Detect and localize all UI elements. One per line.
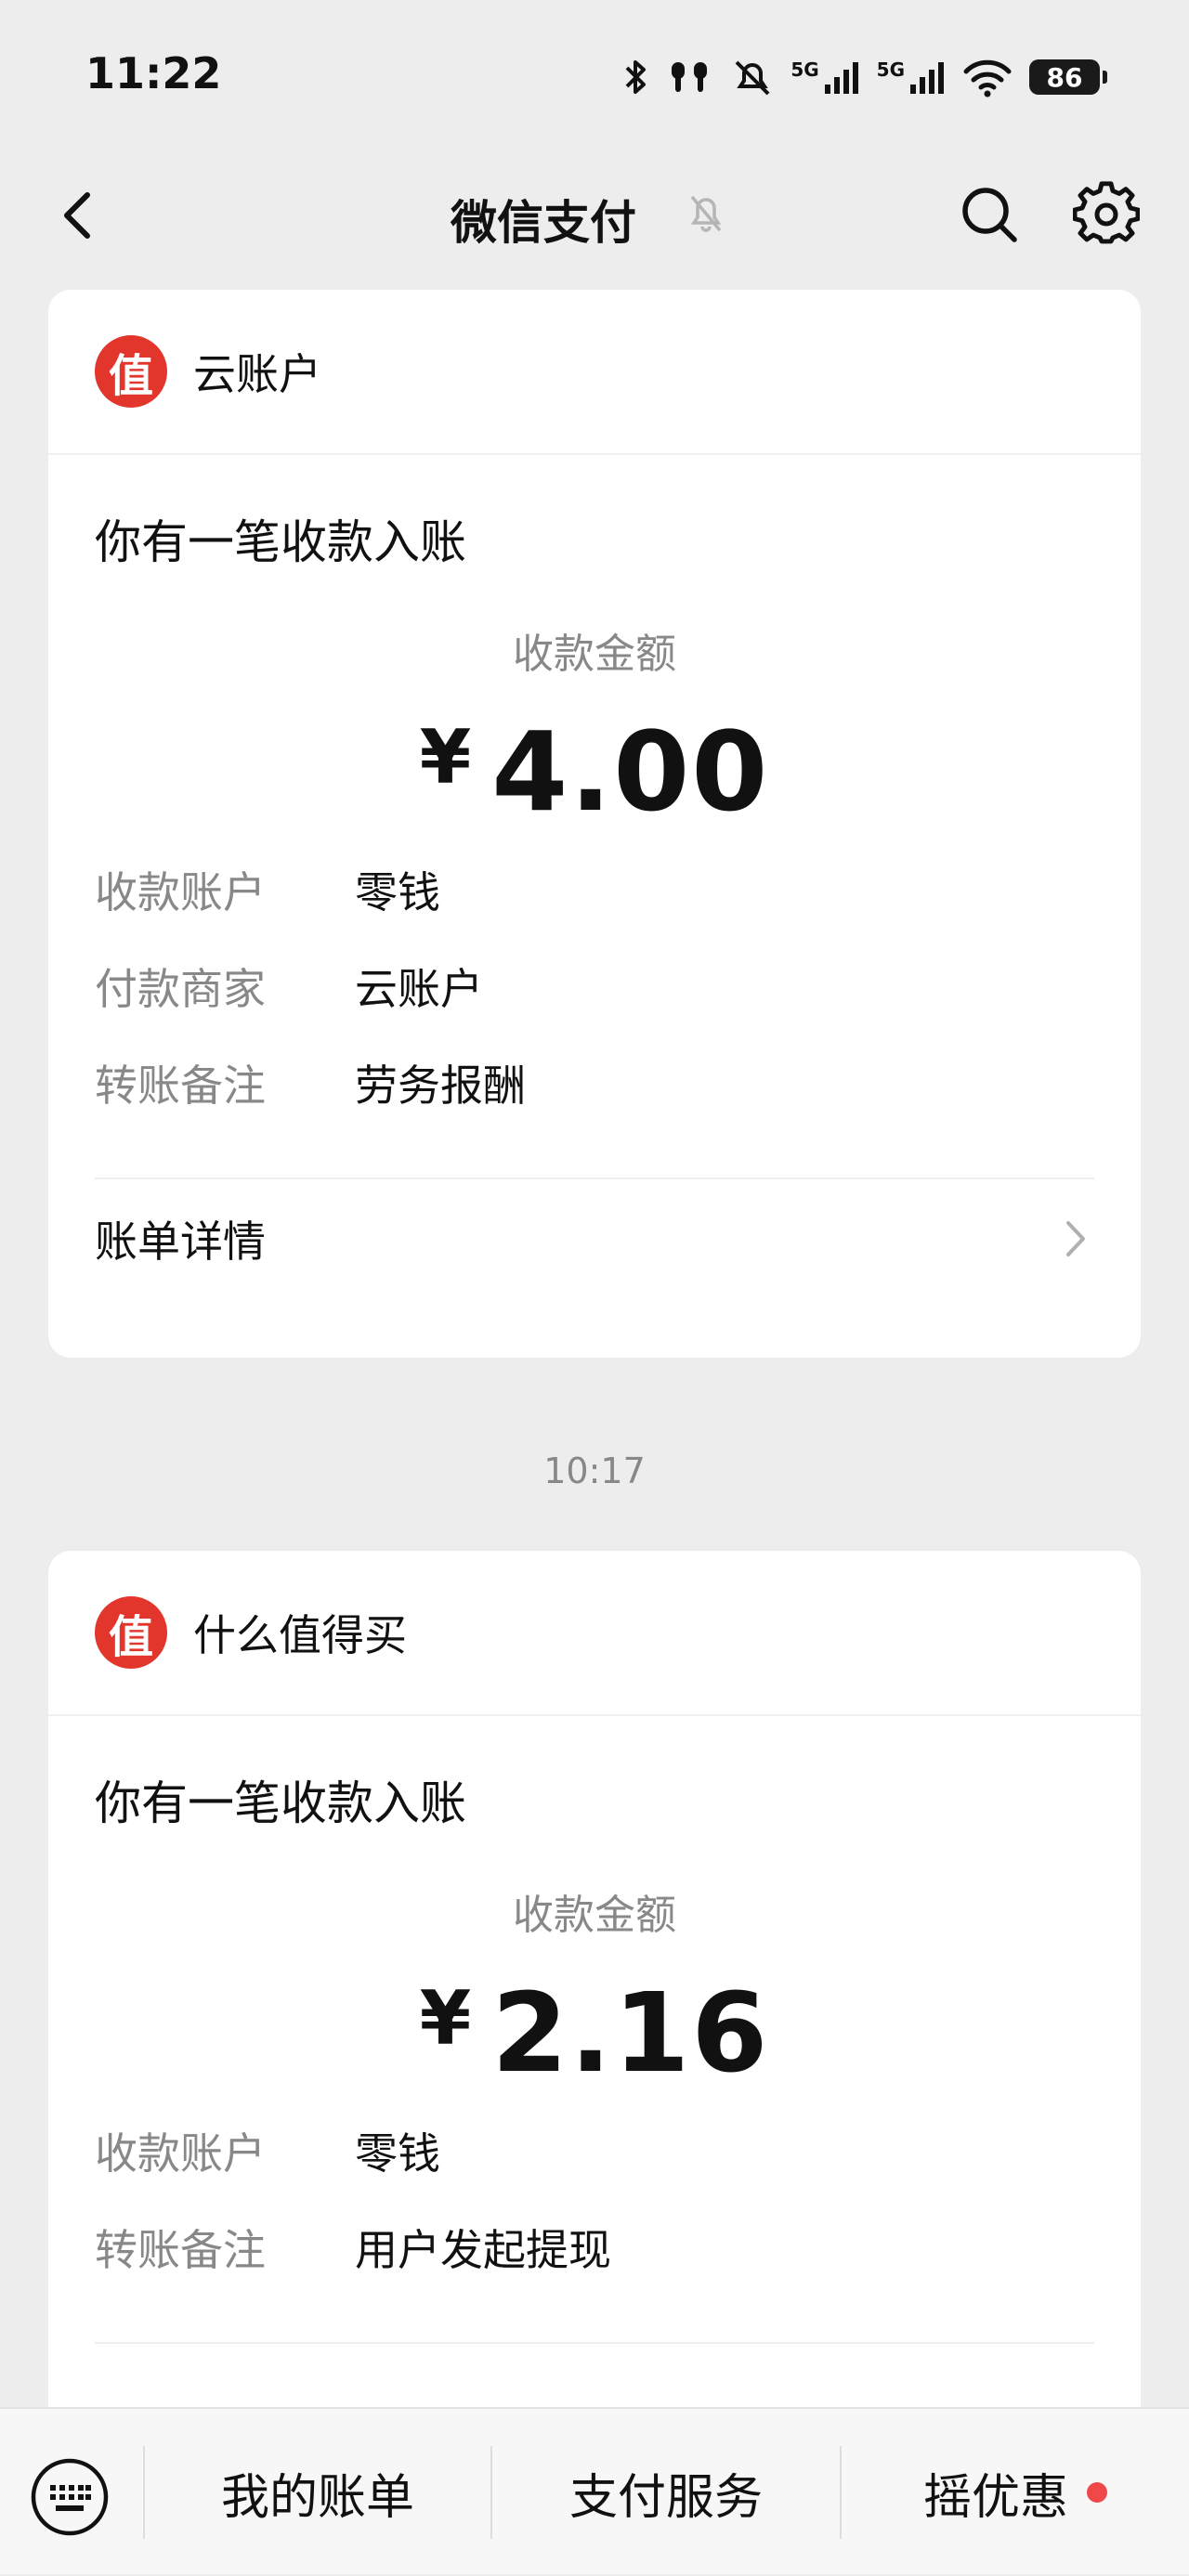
tab-label: 支付服务 [568,2469,763,2526]
detail-value: 用户发起提现 [355,2225,611,2275]
signal-icon [910,62,944,94]
notification-dot [1087,2482,1107,2503]
search-icon[interactable] [957,182,1022,247]
payment-card-1[interactable]: 值 云账户 你有一笔收款入账 收款金额 ¥ 4.00 收款账户 零钱 付款商家 … [48,290,1141,1358]
notice-title: 你有一笔收款入账 [95,515,466,569]
detail-value: 零钱 [355,867,440,917]
network-label-2: 5G [876,59,905,81]
detail-row: 付款商家 云账户 [95,938,1094,1034]
amount-value: 2.16 [491,1969,770,2097]
tab-label: 我的账单 [220,2469,414,2526]
bill-detail-link[interactable]: 账单详情 [95,1179,1094,1298]
detail-row: 收款账户 零钱 [95,2102,1094,2199]
amount: ¥ 4.00 [95,711,1094,841]
earbuds-icon [672,62,708,92]
signal-icon [824,62,858,94]
currency-symbol: ¥ [419,1975,472,2062]
battery-indicator: 86 [1029,59,1107,95]
amount: ¥ 2.16 [95,1972,1094,2102]
status-time: 11:22 [85,48,222,98]
currency-symbol: ¥ [419,714,472,800]
card-body: 你有一笔收款入账 收款金额 ¥ 4.00 收款账户 零钱 付款商家 云账户 转账… [48,455,1141,1298]
gear-icon[interactable] [1073,180,1140,247]
cellular-signal-2: 5G [877,59,946,96]
amount-label: 收款金额 [513,631,676,678]
detail-row: 转账备注 用户发起提现 [95,2199,1094,2296]
keyboard-icon[interactable] [28,2455,111,2539]
amount-value: 4.00 [491,708,770,836]
detail-value: 云账户 [355,964,483,1014]
tab-payment-services[interactable]: 支付服务 [492,2409,840,2576]
wifi-icon [963,59,1012,98]
merchant-name: 什么值得买 [193,1610,407,1660]
status-bar: 11:22 5G 5G 86 [0,0,1189,149]
bluetooth-icon [625,60,647,94]
page-title-text: 微信支付 [451,196,636,250]
tab-label: 摇优惠 [922,2469,1068,2526]
tab-shake-deals[interactable]: 摇优惠 [842,2409,1189,2576]
card-body: 你有一笔收款入账 收款金额 ¥ 2.16 收款账户 零钱 转账备注 用户发起提现 [48,1716,1141,2344]
bell-muted-status-icon [735,60,770,96]
merchant-logo: 值 [95,1596,167,1669]
bell-muted-icon [690,195,722,232]
bill-detail-label: 账单详情 [95,1216,266,1267]
card-header[interactable]: 值 云账户 [48,290,1141,455]
merchant-name: 云账户 [193,349,321,399]
detail-key: 转账备注 [95,2225,266,2275]
amount-label: 收款金额 [513,1892,676,1939]
detail-key: 转账备注 [95,1060,266,1111]
detail-value: 劳务报酬 [355,1060,526,1111]
cellular-signal-1: 5G [790,59,859,96]
chevron-right-icon [1066,1221,1085,1256]
time-separator: 10:17 [543,1451,646,1491]
detail-value: 零钱 [355,2128,440,2179]
tab-my-bills[interactable]: 我的账单 [145,2409,490,2576]
detail-row: 收款账户 零钱 [95,841,1094,938]
notice-title: 你有一笔收款入账 [95,1776,466,1830]
detail-key: 收款账户 [95,867,266,917]
network-label-1: 5G [790,59,819,81]
bottom-bar: 我的账单 支付服务 摇优惠 [0,2407,1189,2574]
merchant-logo: 值 [95,335,167,408]
detail-key: 付款商家 [95,964,266,1014]
detail-key: 收款账户 [95,2128,266,2179]
status-icons: 5G 5G 86 [621,54,1107,100]
card-header[interactable]: 值 什么值得买 [48,1551,1141,1716]
divider [95,2342,1094,2344]
detail-row: 转账备注 劳务报酬 [95,1034,1094,1131]
nav-bar: 微信支付 [0,149,1189,279]
payment-card-2[interactable]: 值 什么值得买 你有一笔收款入账 收款金额 ¥ 2.16 收款账户 零钱 转账备… [48,1551,1141,2479]
